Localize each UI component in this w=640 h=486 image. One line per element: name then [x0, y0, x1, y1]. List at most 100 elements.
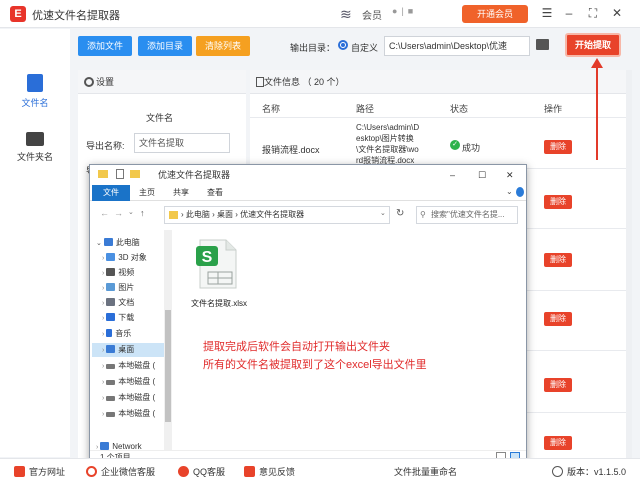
address-dropdown-icon[interactable]: ⌄: [380, 209, 386, 217]
delete-row-button[interactable]: 删除: [544, 140, 572, 154]
minimize-icon[interactable]: –: [560, 4, 578, 22]
gear-icon: [84, 77, 94, 87]
help-icon[interactable]: [516, 187, 524, 197]
xlsx-file-icon[interactable]: S: [196, 238, 240, 290]
breadcrumb-desktop[interactable]: 桌面: [217, 210, 233, 219]
batch-rename-link[interactable]: 文件批量重命名: [394, 465, 457, 479]
export-name-input[interactable]: 文件名提取: [134, 133, 230, 153]
sidebar-item-folder-name[interactable]: 文件夹名: [0, 132, 70, 163]
3d-objects-icon: [106, 253, 116, 261]
history-dropdown-icon[interactable]: ⌄: [128, 208, 134, 216]
feedback-link[interactable]: 意见反馈: [244, 465, 295, 479]
tree-label: 此电脑: [115, 238, 140, 247]
file-info-icon: [256, 77, 264, 87]
ribbon-tab-share[interactable]: 共享: [166, 185, 196, 201]
upgrade-icon[interactable]: ■: [408, 6, 417, 16]
tree-label: 本地磁盘 (: [118, 409, 156, 418]
delete-row-button[interactable]: 删除: [544, 253, 572, 267]
disk-icon: [106, 380, 116, 385]
properties-icon[interactable]: [116, 169, 124, 179]
ribbon-tab-view[interactable]: 查看: [200, 185, 230, 201]
explorer-address-bar[interactable]: › 此电脑 › 桌面 › 优速文件名提取器: [164, 206, 390, 224]
member-text[interactable]: 会员: [362, 7, 382, 22]
xlsx-badge: S: [202, 249, 213, 266]
music-icon: [106, 329, 113, 337]
breadcrumb-this-pc[interactable]: 此电脑: [186, 210, 210, 219]
wechat-icon: [86, 466, 97, 477]
clear-list-button[interactable]: 清除列表: [196, 36, 250, 56]
success-check-icon: ✓: [450, 140, 460, 150]
app-title: 优速文件名提取器: [32, 10, 120, 22]
explorer-maximize-icon[interactable]: ☐: [478, 165, 486, 185]
sidebar-item-label: 文件夹名: [16, 152, 53, 162]
menu-icon[interactable]: ☰: [538, 4, 556, 22]
new-folder-icon[interactable]: [130, 170, 140, 178]
annotation-line-2: 所有的文件名被提取到了这个excel导出文件里: [203, 359, 427, 371]
tree-label: 本地磁盘 (: [118, 393, 156, 402]
explorer-title: 优速文件名提取器: [158, 170, 231, 180]
xlsx-file-name[interactable]: 文件名提取.xlsx: [186, 298, 252, 309]
tree-label: 3D 对象: [118, 253, 147, 262]
output-path-input[interactable]: C:\Users\admin\Desktop\优速: [384, 36, 530, 56]
delete-row-button[interactable]: 删除: [544, 312, 572, 326]
folder-icon: [98, 170, 108, 178]
custom-radio[interactable]: [338, 40, 348, 50]
disk-icon: [106, 396, 116, 401]
ribbon-tab-home[interactable]: 主页: [132, 185, 162, 201]
tree-label: 下载: [118, 313, 135, 322]
official-site-link[interactable]: 官方网址: [14, 465, 65, 479]
explorer-close-icon[interactable]: ✕: [506, 165, 514, 185]
up-icon[interactable]: ↑: [140, 208, 145, 218]
qq-service-link[interactable]: QQ客服: [178, 465, 225, 479]
tree-label: 文档: [118, 298, 135, 307]
back-icon[interactable]: ←: [100, 208, 109, 218]
row-path-line: \文件名提取器\wo: [356, 145, 419, 154]
delete-row-button[interactable]: 删除: [544, 195, 572, 209]
sidebar-item-label: 文件名: [21, 98, 49, 108]
tree-label: 音乐: [115, 329, 132, 338]
delete-row-button[interactable]: 删除: [544, 436, 572, 450]
sidebar-item-file-name[interactable]: 文件名: [0, 74, 70, 109]
row-path-line: esktop\图片转换: [356, 134, 414, 143]
disk-icon: [106, 412, 116, 417]
add-file-button[interactable]: 添加文件: [78, 36, 132, 56]
column-header-path: 路径: [356, 104, 375, 114]
close-icon[interactable]: ✕: [608, 4, 626, 22]
app-logo-icon: E: [10, 6, 26, 22]
titlebar-icons: ●|■: [392, 6, 452, 22]
computer-icon: [103, 238, 113, 246]
maximize-icon[interactable]: ⛶: [584, 4, 602, 22]
bottom-label: 企业微信客服: [101, 467, 156, 477]
refresh-icon[interactable]: ↻: [396, 208, 404, 219]
row-path: C:\Users\admin\D esktop\图片转换 \文件名提取器\wo …: [356, 122, 432, 166]
tree-expand-icon[interactable]: ⌄: [96, 240, 104, 247]
vip-button[interactable]: 开通会员: [462, 5, 528, 23]
disk-icon: [106, 364, 116, 369]
open-folder-icon[interactable]: [536, 39, 549, 50]
breadcrumb-current-folder[interactable]: 优速文件名提取器: [240, 210, 304, 219]
version-text: 版本：v1.1.5.0: [567, 467, 627, 477]
delete-row-button[interactable]: 删除: [544, 378, 572, 392]
tree-item-this-pc[interactable]: ⌄ 此电脑: [96, 236, 172, 250]
output-dir-label: 输出目录：: [290, 43, 336, 53]
desktop-icon: [106, 345, 116, 353]
add-dir-button[interactable]: 添加目录: [138, 36, 192, 56]
wechat-service-link[interactable]: 企业微信客服: [86, 465, 155, 479]
forward-icon[interactable]: →: [114, 208, 123, 218]
tree-label: 桌面: [118, 345, 135, 354]
tree-scrollbar-thumb[interactable]: [165, 310, 171, 422]
brand-s-logo-icon: ≋: [340, 6, 352, 22]
search-icon: ⚲: [420, 210, 426, 219]
pictures-icon: [106, 283, 116, 291]
explorer-search-input[interactable]: ⚲ 搜索"优速文件名提...: [416, 206, 518, 224]
settings-section-title: 文件名: [146, 113, 174, 123]
explorer-minimize-icon[interactable]: –: [450, 165, 455, 185]
row-path-line: C:\Users\admin\D: [356, 123, 420, 132]
column-header-status: 状态: [450, 104, 469, 114]
qq-icon: [178, 466, 189, 477]
list-scrollbar[interactable]: [626, 70, 632, 458]
ribbon-expand-icon[interactable]: ⌄: [506, 187, 513, 196]
ribbon-tab-file[interactable]: 文件: [92, 185, 130, 201]
start-extract-button[interactable]: 开始提取: [565, 33, 621, 57]
address-folder-icon: [169, 211, 178, 219]
